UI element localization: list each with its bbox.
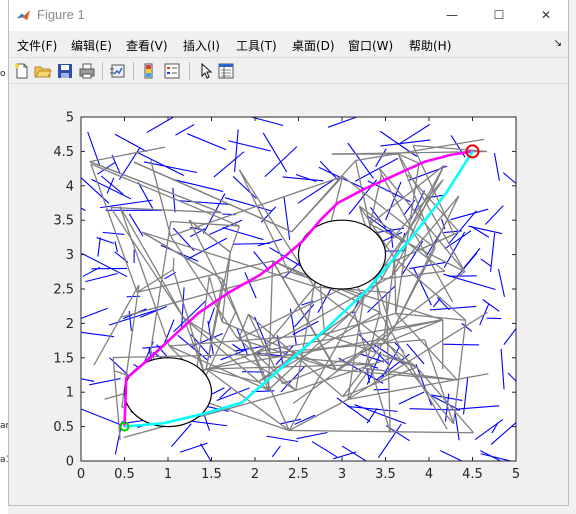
save-icon[interactable] [56, 62, 74, 80]
y-tick-label: 2 [66, 317, 74, 332]
plot-svg: 0 0.5 1 1.5 2 2.5 3 3.5 4 4.5 5 0 0.5 1 1.5 2 2.5 3 3.5 4 4.… [53, 111, 520, 483]
menu-desktop[interactable]: 桌面(D) [292, 37, 335, 54]
x-tick-label: 2.5 [288, 467, 309, 482]
y-tick-label: 3 [66, 248, 74, 263]
y-tick-label: 2.5 [53, 283, 74, 298]
x-tick-label: 3 [338, 467, 346, 482]
property-editor-icon[interactable] [217, 62, 235, 80]
print-icon[interactable] [78, 62, 96, 80]
y-tick-label: 4 [66, 179, 74, 194]
background-fragment: o [0, 69, 6, 79]
x-tick-label: 2 [251, 467, 259, 482]
tree-edge [126, 295, 141, 298]
y-tick-label: 4.5 [53, 145, 74, 160]
y-tick-label: 5 [66, 111, 74, 126]
matlab-logo-icon [16, 9, 31, 21]
toolbar [9, 57, 568, 84]
y-tick-label: 0 [66, 455, 74, 470]
x-tick-label: 5 [512, 467, 520, 482]
toolbar-separator [189, 62, 190, 80]
x-tick-label: 4.5 [462, 467, 483, 482]
figure-window: Figure 1 — ☐ ✕ 文件(F) 编辑(E) 查看(V) 插入(I) 工… [8, 0, 569, 506]
x-tick-label: 0.5 [114, 467, 135, 482]
close-button[interactable]: ✕ [523, 0, 569, 31]
x-tick-label: 4 [425, 467, 433, 482]
x-tick-label: 1 [164, 467, 172, 482]
window-title: Figure 1 [37, 7, 85, 22]
menu-bar: 文件(F) 编辑(E) 查看(V) 插入(I) 工具(T) 桌面(D) 窗口(W… [9, 31, 568, 57]
x-tick-label: 3.5 [375, 467, 396, 482]
open-file-icon[interactable] [34, 62, 52, 80]
y-tick-label: 1.5 [53, 351, 74, 366]
minimize-button[interactable]: — [429, 0, 475, 31]
menu-insert[interactable]: 插入(I) [183, 37, 220, 54]
dock-arrow-icon[interactable]: ↘ [554, 38, 562, 49]
title-bar[interactable]: Figure 1 — ☐ ✕ [9, 0, 568, 31]
y-tick-label: 3.5 [53, 214, 74, 229]
toolbar-separator [133, 62, 134, 80]
menu-window[interactable]: 窗口(W) [348, 37, 393, 54]
pointer-icon[interactable] [197, 62, 215, 80]
menu-view[interactable]: 查看(V) [126, 37, 168, 54]
link-plot-icon[interactable] [109, 62, 127, 80]
menu-help[interactable]: 帮助(H) [409, 37, 451, 54]
legend-icon[interactable] [163, 62, 181, 80]
tree-edge [442, 343, 480, 346]
x-tick-label: 1.5 [201, 467, 222, 482]
x-tick-label: 0 [77, 467, 85, 482]
toolbar-separator [102, 62, 103, 80]
y-tick-label: 1 [66, 386, 74, 401]
y-tick-label: 0.5 [53, 420, 74, 435]
menu-file[interactable]: 文件(F) [17, 37, 57, 54]
figure-canvas: 0 0.5 1 1.5 2 2.5 3 3.5 4 4.5 5 0 0.5 1 1.5 2 2.5 3 3.5 4 4.… [9, 84, 568, 505]
colorbar-icon[interactable] [140, 62, 158, 80]
maximize-button[interactable]: ☐ [476, 0, 522, 31]
menu-tools[interactable]: 工具(T) [236, 37, 277, 54]
menu-edit[interactable]: 编辑(E) [71, 37, 112, 54]
new-figure-icon[interactable] [13, 62, 31, 80]
